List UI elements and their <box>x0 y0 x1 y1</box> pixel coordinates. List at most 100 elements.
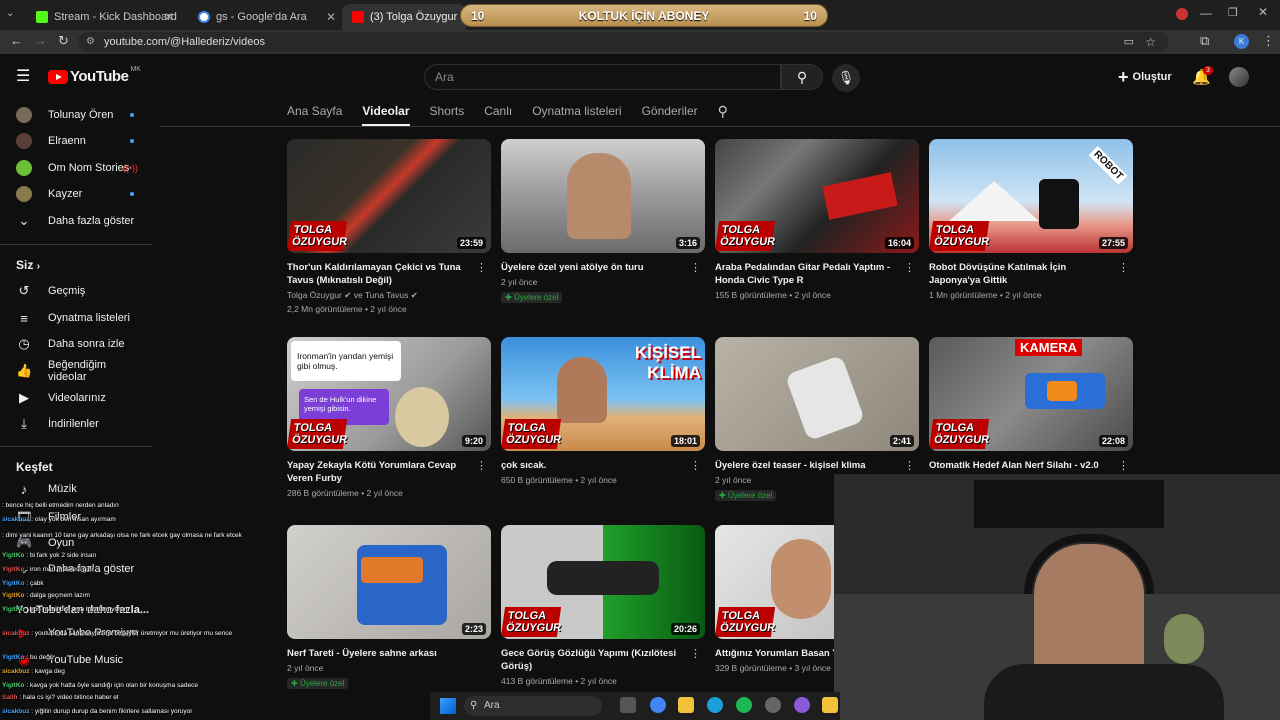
video-menu-icon[interactable]: ⋮ <box>476 261 487 274</box>
sidebar-item-history[interactable]: ↺ Geçmiş <box>16 278 146 304</box>
sidebar-item-your-videos[interactable]: ▶ Videolarınız <box>16 385 146 411</box>
video-menu-icon[interactable]: ⋮ <box>904 459 915 472</box>
video-title[interactable]: Gece Görüş Gözlüğü Yapımı (Kızılötesi Gö… <box>501 647 705 673</box>
windows-start-icon[interactable] <box>440 698 456 714</box>
video-title[interactable]: çok sıcak. <box>501 459 705 472</box>
back-icon[interactable]: ← <box>10 33 23 48</box>
video-title[interactable]: Nerf Tareti - Üyelere sahne arkası <box>287 647 491 660</box>
video-thumbnail[interactable]: KİŞİSEL KLİMA TOLGA ÖZUYGUR 18:01 <box>501 337 705 451</box>
video-title[interactable]: Otomatik Hedef Alan Nerf Silahı - v2.0 <box>929 459 1133 472</box>
tab-shorts[interactable]: Shorts <box>430 100 465 126</box>
video-menu-icon[interactable]: ⋮ <box>1118 261 1129 274</box>
task-view-icon[interactable] <box>620 697 636 713</box>
video-thumbnail[interactable]: TOLGA ÖZUYGUR 16:04 <box>715 139 919 253</box>
video-thumbnail[interactable]: ROBOT TOLGA ÖZUYGUR 27:55 <box>929 139 1133 253</box>
video-card[interactable]: TOLGA ÖZUYGUR Attığınız Yorumları Basan … <box>715 525 835 673</box>
video-thumbnail[interactable]: TOLGA ÖZUYGUR <box>715 525 835 639</box>
sidebar-item-om-nom-stories[interactable]: Om Nom Stories ((•)) <box>16 155 146 181</box>
edge-icon[interactable] <box>707 697 723 713</box>
chrome-icon[interactable] <box>650 697 666 713</box>
tab-posts[interactable]: Gönderiler <box>642 100 698 126</box>
video-card[interactable]: ROBOT TOLGA ÖZUYGUR 27:55 Robot Dövüşüne… <box>929 139 1133 300</box>
forward-icon[interactable]: → <box>34 33 47 48</box>
url-field[interactable]: ⚙ youtube.com/@Hallederiz/videos ▭ ☆ <box>78 32 1168 52</box>
spotify-icon[interactable] <box>736 697 752 713</box>
video-title[interactable]: Yapay Zekayla Kötü Yorumlara Cevap Veren… <box>287 459 491 485</box>
video-menu-icon[interactable]: ⋮ <box>1118 459 1129 472</box>
tab-kick-dashboard[interactable]: Stream - Kick Dashboard ✕ <box>26 4 182 30</box>
obs-icon[interactable] <box>794 697 810 713</box>
sidebar-item-downloads[interactable]: ⤓ İndirilenler <box>16 411 146 437</box>
channel-search-icon[interactable]: ⚲ <box>718 100 728 126</box>
tab-playlists[interactable]: Oynatma listeleri <box>532 100 621 126</box>
video-title[interactable]: Robot Dövüşüne Katılmak İçin Japonya'ya … <box>929 261 1133 287</box>
video-thumbnail[interactable]: 2:41 <box>715 337 919 451</box>
video-card[interactable]: Ironman'in yandan yemişi gibi olmuş. Sen… <box>287 337 491 498</box>
voice-search-button[interactable]: 🎙 <box>832 64 860 92</box>
video-thumbnail[interactable]: KAMERA TOLGA ÖZUYGUR 22:08 <box>929 337 1133 451</box>
search-input[interactable]: Ara <box>424 64 781 90</box>
video-menu-icon[interactable]: ⋮ <box>690 261 701 274</box>
close-icon[interactable]: ✕ <box>164 10 174 24</box>
profile-avatar[interactable]: K <box>1234 34 1249 49</box>
video-thumbnail[interactable]: Ironman'in yandan yemişi gibi olmuş. Sen… <box>287 337 491 451</box>
video-title[interactable]: Attığınız Yorumları Basan Ya <box>715 647 835 660</box>
video-menu-icon[interactable]: ⋮ <box>690 459 701 472</box>
reload-icon[interactable]: ↻ <box>58 33 69 49</box>
extensions-puzzle-icon[interactable]: ⧉ <box>1200 33 1209 49</box>
tab-youtube[interactable]: (3) Tolga Özuygur - YouTube <box>342 4 466 30</box>
video-card[interactable]: KİŞİSEL KLİMA TOLGA ÖZUYGUR 18:01 çok sı… <box>501 337 705 485</box>
tab-google-search[interactable]: gs - Google'da Ara ✕ <box>188 4 344 30</box>
video-title[interactable]: Üyelere özel teaser - kişisel klima <box>715 459 919 472</box>
create-button[interactable]: + Oluştur <box>1118 66 1172 88</box>
account-avatar[interactable] <box>1229 67 1249 87</box>
sidebar-item-playlists[interactable]: ≡ Oynatma listeleri <box>16 305 146 331</box>
video-title[interactable]: Araba Pedalından Gitar Pedalı Yaptım - H… <box>715 261 919 287</box>
you-section-heading[interactable]: Siz › <box>16 258 40 272</box>
maximize-icon[interactable]: ❐ <box>1228 6 1238 19</box>
extension-icon[interactable] <box>1176 8 1188 20</box>
window-close-icon[interactable]: ✕ <box>1258 5 1268 19</box>
search-button[interactable]: ⚲ <box>781 64 823 90</box>
sidebar-show-more[interactable]: ⌄ Daha fazla göster <box>16 208 146 234</box>
site-info-icon[interactable]: ⚙ <box>86 32 95 52</box>
video-card[interactable]: 2:23 Nerf Tareti - Üyelere sahne arkası … <box>287 525 491 691</box>
video-card[interactable]: TOLGA ÖZUYGUR 16:04 Araba Pedalından Git… <box>715 139 919 300</box>
bookmark-star-icon[interactable]: ☆ <box>1145 32 1156 52</box>
minimize-icon[interactable]: — <box>1200 6 1212 20</box>
video-card[interactable]: 3:16 Üyelere özel yeni atölye ön turu 2 … <box>501 139 705 305</box>
tab-live[interactable]: Canlı <box>484 100 512 126</box>
video-menu-icon[interactable]: ⋮ <box>690 647 701 660</box>
sidebar-item-watch-later[interactable]: ◷ Daha sonra izle <box>16 331 146 357</box>
sidebar-item-tolunay-oren[interactable]: Tolunay Ören <box>16 102 146 128</box>
video-thumbnail[interactable]: 3:16 <box>501 139 705 253</box>
video-menu-icon[interactable]: ⋮ <box>476 459 487 472</box>
duration-badge: 3:16 <box>675 237 700 249</box>
close-icon[interactable]: ✕ <box>326 10 336 24</box>
hamburger-menu-icon[interactable]: ☰ <box>16 66 30 86</box>
tab-home[interactable]: Ana Sayfa <box>287 100 342 126</box>
youtube-logo[interactable]: YouTube MK <box>48 66 141 85</box>
video-card[interactable]: TOLGA ÖZUYGUR 20:26 Gece Görüş Gözlüğü Y… <box>501 525 705 686</box>
taskbar-search-input[interactable]: ⚲ Ara <box>464 696 602 716</box>
tab-search-icon[interactable]: ⌄ <box>6 8 14 19</box>
tab-videos[interactable]: Videolar <box>362 100 410 126</box>
collab-channel-name[interactable]: ve Tuna Tavus <box>354 290 409 300</box>
video-title[interactable]: Üyelere özel yeni atölye ön turu <box>501 261 705 274</box>
menu-kebab-icon[interactable]: ⋮ <box>1262 33 1275 49</box>
video-thumbnail[interactable]: 2:23 <box>287 525 491 639</box>
sidebar-item-kayzer[interactable]: Kayzer <box>16 181 146 207</box>
app-icon[interactable] <box>822 697 838 713</box>
steam-icon[interactable] <box>765 697 781 713</box>
video-thumbnail[interactable]: TOLGA ÖZUYGUR 23:59 <box>287 139 491 253</box>
video-title[interactable]: Thor'un Kaldırılamayan Çekici vs Tuna Ta… <box>287 261 491 287</box>
video-thumbnail[interactable]: TOLGA ÖZUYGUR 20:26 <box>501 525 705 639</box>
video-card[interactable]: TOLGA ÖZUYGUR 23:59 Thor'un Kaldırılamay… <box>287 139 491 314</box>
channel-name[interactable]: Tolga Özuygur <box>287 290 342 300</box>
video-menu-icon[interactable]: ⋮ <box>904 261 915 274</box>
cast-icon[interactable]: ▭ <box>1124 32 1134 52</box>
file-explorer-icon[interactable] <box>678 697 694 713</box>
sidebar-item-elraenn[interactable]: Elraenn <box>16 128 146 154</box>
sidebar-item-liked-videos[interactable]: 👍 Beğendiğim videolar <box>16 358 146 384</box>
video-card[interactable]: KAMERA TOLGA ÖZUYGUR 22:08 Otomatik Hede… <box>929 337 1133 472</box>
